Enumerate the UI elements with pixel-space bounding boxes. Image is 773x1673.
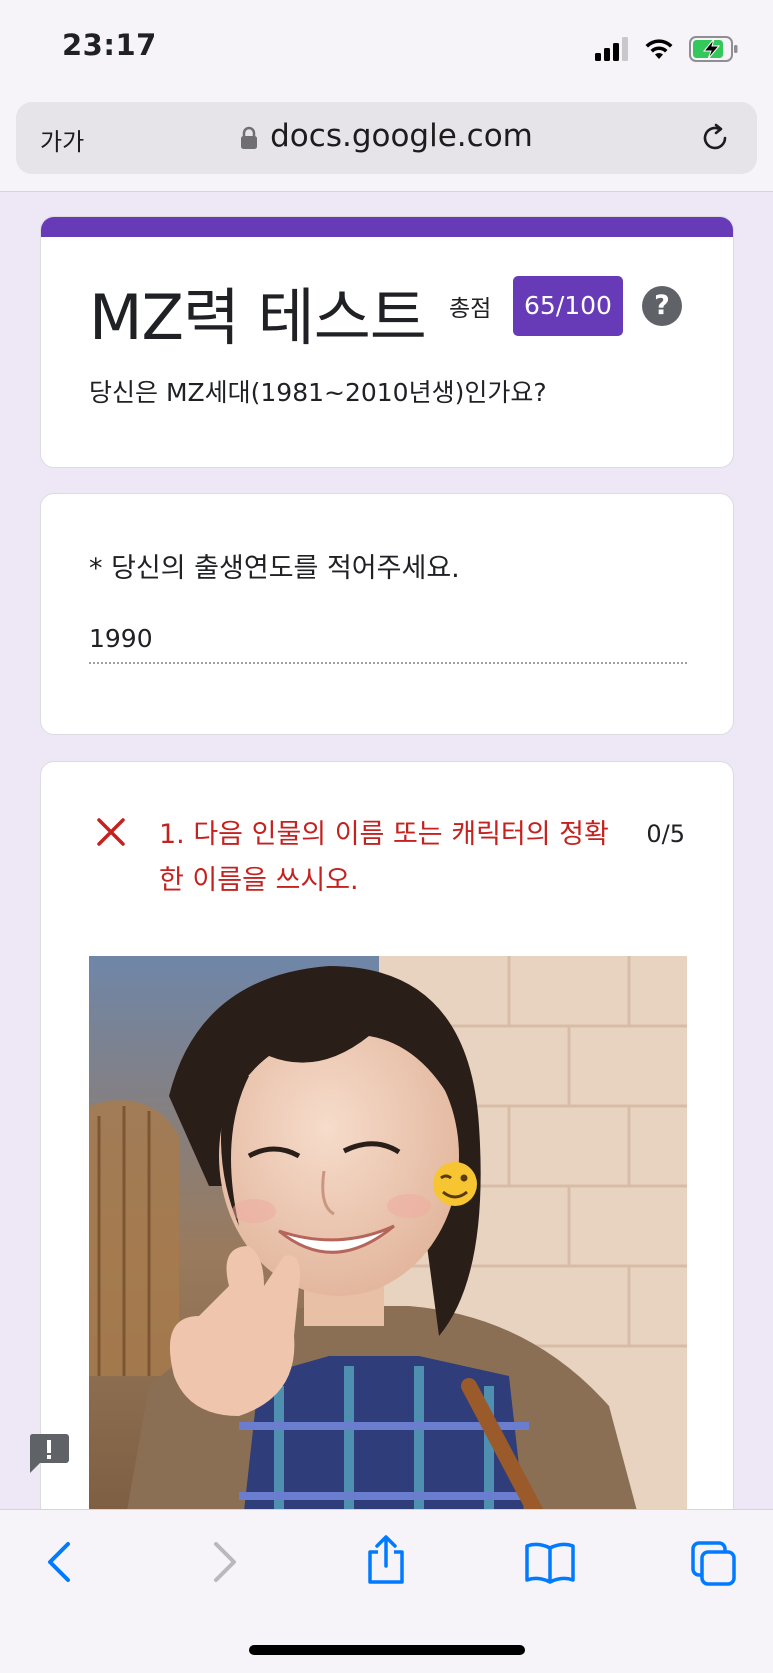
form-header-card: MZ력 테스트 총점 65/100 ? 당신은 MZ세대(1981~2010년생… [40, 216, 734, 468]
answer-underline [89, 662, 687, 664]
bookmarks-icon[interactable] [524, 1540, 576, 1584]
form-description: 당신은 MZ세대(1981~2010년생)인가요? [89, 378, 547, 407]
help-icon[interactable]: ? [642, 286, 682, 326]
accent-strip [41, 217, 733, 237]
tabs-icon[interactable] [690, 1540, 738, 1588]
url-bar[interactable]: 가가 docs.google.com [16, 102, 757, 174]
form-title: MZ력 테스트 [89, 281, 427, 354]
person-photo [89, 956, 687, 1556]
birth-year-answer: 1990 [89, 624, 153, 653]
incorrect-icon [97, 818, 125, 846]
lock-icon [241, 126, 258, 149]
reload-icon[interactable] [699, 122, 731, 154]
share-icon[interactable] [364, 1534, 408, 1586]
status-bar: 23:17 [0, 0, 773, 96]
birth-year-card: * 당신의 출생연도를 적어주세요. 1990 [40, 493, 734, 735]
question-image [89, 956, 687, 1556]
status-time: 23:17 [62, 28, 157, 62]
total-score-label: 총점 [449, 296, 492, 322]
back-icon[interactable] [42, 1540, 78, 1584]
question-1-text: 1. 다음 인물의 이름 또는 캐릭터의 정확한 이름을 쓰시오. [159, 819, 609, 896]
total-score-badge: 65/100 [513, 276, 623, 336]
birth-year-question: * 당신의 출생연도를 적어주세요. [89, 553, 460, 584]
url-text: docs.google.com [270, 118, 533, 154]
url-display[interactable]: docs.google.com [16, 118, 757, 154]
wifi-icon [645, 39, 673, 59]
browser-url-area: 가가 docs.google.com [0, 96, 773, 192]
home-indicator [249, 1645, 525, 1655]
status-icons [595, 34, 739, 64]
forward-icon[interactable] [206, 1540, 242, 1584]
report-feedback-icon[interactable] [28, 1432, 70, 1474]
question-1-points: 0/5 [646, 820, 685, 848]
battery-charging-icon [689, 36, 738, 62]
cellular-signal-icon [595, 37, 628, 61]
